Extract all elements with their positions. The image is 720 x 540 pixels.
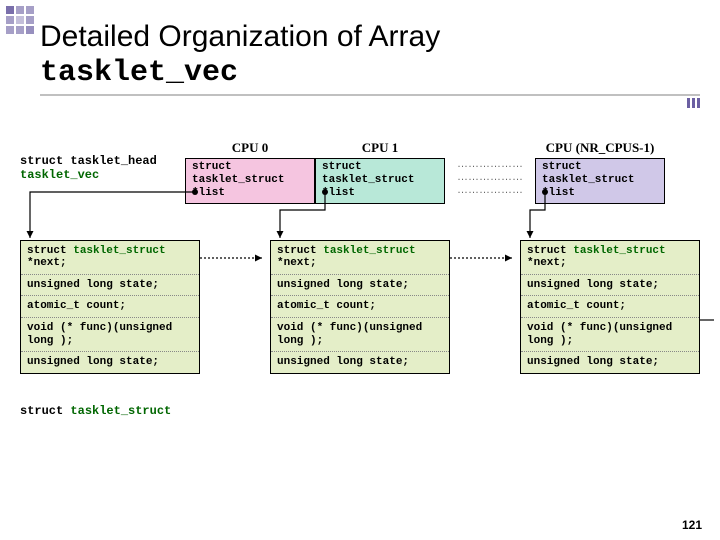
- array-type: struct tasklet_head: [20, 154, 157, 168]
- title-line-2: tasklet_vec: [40, 56, 700, 90]
- array-declaration: struct tasklet_head tasklet_vec: [20, 140, 185, 182]
- cpu1-cell: CPU 1 struct tasklet_struct *list: [315, 140, 445, 204]
- struct-field-count: atomic_t count;: [21, 296, 199, 318]
- cpun-label: CPU (NR_CPUS-1): [546, 140, 655, 156]
- slide-title: Detailed Organization of Array tasklet_v…: [40, 20, 700, 96]
- header-row: struct tasklet_head tasklet_vec CPU 0 st…: [20, 140, 710, 204]
- title-line-1: Detailed Organization of Array: [40, 20, 700, 54]
- ellipsis-gap: ……………… ……………… ………………: [445, 140, 535, 204]
- cpu1-box: struct tasklet_struct *list: [315, 158, 445, 204]
- struct-typedef-label: struct tasklet_struct: [20, 404, 710, 418]
- corner-decoration: [6, 6, 34, 34]
- struct-columns: struct tasklet_struct *next; unsigned lo…: [20, 240, 710, 374]
- struct-field-count: atomic_t count;: [271, 296, 449, 318]
- struct-field-state1: unsigned long state;: [271, 275, 449, 297]
- struct-field-next: struct tasklet_struct *next;: [271, 241, 449, 275]
- struct-field-func: void (* func)(unsigned long );: [521, 318, 699, 352]
- page-number: 121: [682, 518, 702, 532]
- cpu1-label: CPU 1: [362, 140, 398, 156]
- struct-field-next: struct tasklet_struct *next;: [521, 241, 699, 275]
- struct-field-state1: unsigned long state;: [21, 275, 199, 297]
- cpu0-label: CPU 0: [232, 140, 268, 156]
- struct-field-state2: unsigned long state;: [271, 352, 449, 373]
- struct-col-n: struct tasklet_struct *next; unsigned lo…: [520, 240, 700, 374]
- struct-field-count: atomic_t count;: [521, 296, 699, 318]
- struct-field-state2: unsigned long state;: [521, 352, 699, 373]
- cpu0-box: struct tasklet_struct *list: [185, 158, 315, 204]
- cpu0-cell: CPU 0 struct tasklet_struct *list: [185, 140, 315, 204]
- array-var: tasklet_vec: [20, 168, 99, 182]
- struct-field-func: void (* func)(unsigned long );: [21, 318, 199, 352]
- struct-field-next: struct tasklet_struct *next;: [21, 241, 199, 275]
- struct-col-0: struct tasklet_struct *next; unsigned lo…: [20, 240, 200, 374]
- diagram-area: struct tasklet_head tasklet_vec CPU 0 st…: [20, 140, 710, 418]
- cpun-box: struct tasklet_struct *list: [535, 158, 665, 204]
- title-caps-decoration: [687, 98, 700, 108]
- title-underline: [40, 94, 700, 96]
- array-cells: CPU 0 struct tasklet_struct *list CPU 1 …: [185, 140, 710, 204]
- struct-col-1: struct tasklet_struct *next; unsigned lo…: [270, 240, 450, 374]
- cpun-cell: CPU (NR_CPUS-1) struct tasklet_struct *l…: [535, 140, 665, 204]
- struct-field-state1: unsigned long state;: [521, 275, 699, 297]
- struct-field-func: void (* func)(unsigned long );: [271, 318, 449, 352]
- struct-field-state2: unsigned long state;: [21, 352, 199, 373]
